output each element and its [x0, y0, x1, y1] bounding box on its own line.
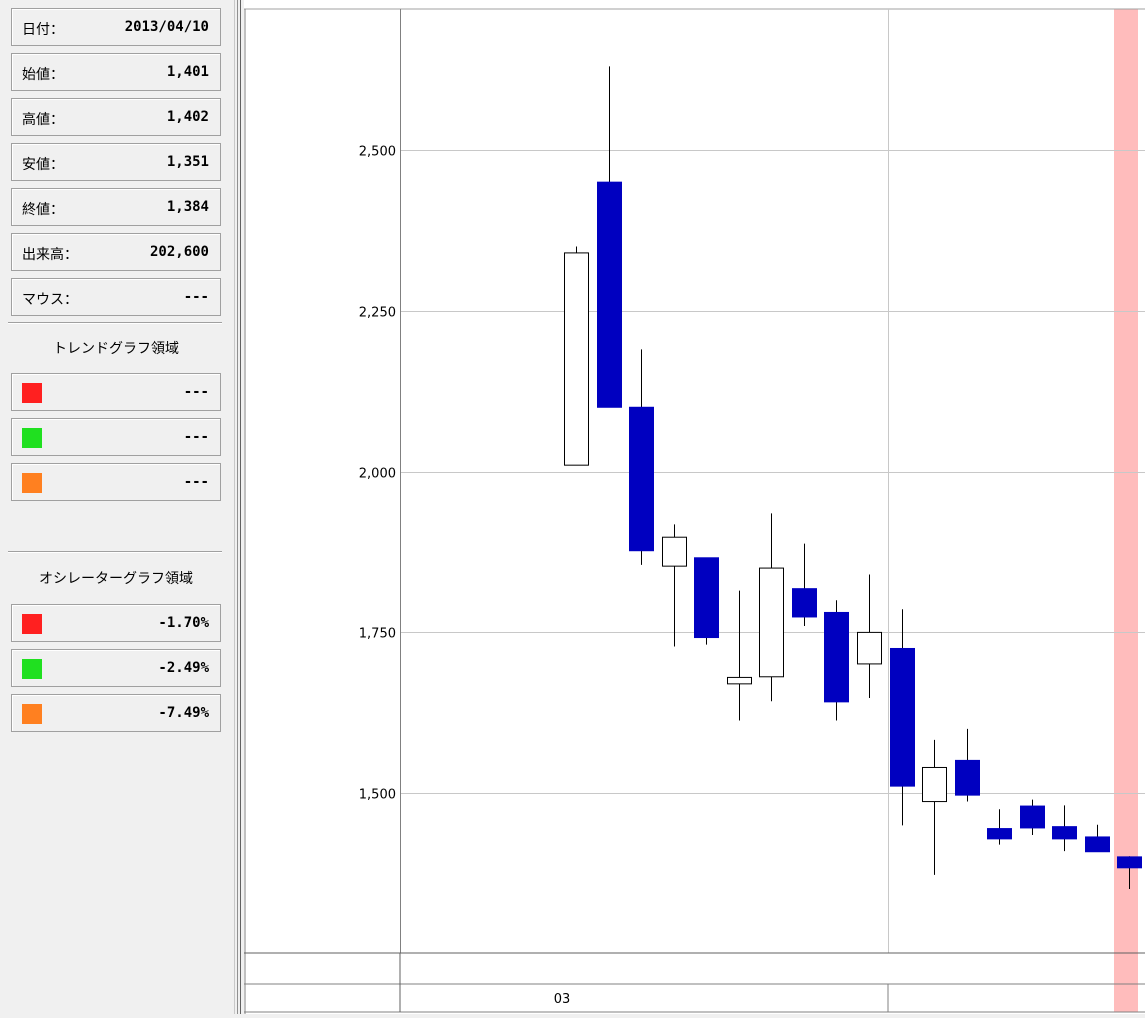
candle-body-up [922, 766, 947, 803]
trend-item-2: --- [11, 418, 221, 456]
info-panel: 日付： 2013/04/10 始値： 1,401 高値： 1,402 安値： 1… [0, 0, 232, 1014]
chart-canvas[interactable]: 2,500 2,250 2,000 1,750 1,500 03 [244, 0, 1145, 1014]
candle-body-down [1085, 836, 1110, 853]
date-value: 2013/04/10 [124, 19, 209, 35]
open-value: 1,401 [166, 64, 209, 80]
mouse-row: マウス： --- [11, 278, 221, 316]
trend-color-swatch-1 [22, 383, 42, 403]
oscillator-color-swatch-2 [22, 659, 42, 679]
oscillator-item-2: -2.49% [11, 649, 221, 687]
trend-color-swatch-2 [22, 428, 42, 448]
oscillator-color-swatch-1 [22, 614, 42, 634]
low-value: 1,351 [166, 154, 209, 170]
open-label: 始値： [22, 67, 64, 83]
candle-body-up [759, 567, 784, 678]
candle-body-down [1052, 826, 1077, 840]
candle-body-up [727, 676, 752, 685]
candle-body-down [792, 588, 817, 618]
candle-body-up [564, 252, 589, 466]
oscillator-item-1: -1.70% [11, 604, 221, 642]
oscillator-value-2: -2.49% [158, 660, 209, 676]
trend-color-swatch-3 [22, 473, 42, 493]
open-row: 始値： 1,401 [11, 53, 221, 91]
candle-body-down [629, 406, 654, 552]
mouse-label: マウス： [22, 292, 78, 308]
low-row: 安値： 1,351 [11, 143, 221, 181]
candle-body-down [987, 828, 1012, 840]
high-row: 高値： 1,402 [11, 98, 221, 136]
y-axis-tick-label: 1,750 [359, 627, 396, 642]
volume-label: 出来高： [22, 247, 78, 263]
y-axis-tick-label: 2,250 [359, 306, 396, 321]
trend-value-3: --- [183, 474, 209, 490]
date-row: 日付： 2013/04/10 [11, 8, 221, 46]
y-axis-tick-label: 2,500 [359, 145, 396, 160]
divider [8, 322, 222, 324]
oscillator-value-3: -7.49% [158, 705, 209, 721]
high-value: 1,402 [166, 109, 209, 125]
trend-value-1: --- [183, 384, 209, 400]
low-label: 安値： [22, 157, 64, 173]
splitter-line [240, 0, 241, 1014]
candle-body-up [662, 536, 687, 567]
splitter-line [237, 0, 238, 1014]
trend-item-3: --- [11, 463, 221, 501]
candle-body-down [1117, 856, 1142, 869]
oscillator-item-3: -7.49% [11, 694, 221, 732]
date-label: 日付： [22, 22, 64, 38]
high-label: 高値： [22, 112, 64, 128]
mouse-value: --- [183, 289, 209, 305]
splitter-line [234, 0, 235, 1014]
divider [8, 551, 222, 553]
volume-row: 出来高： 202,600 [11, 233, 221, 271]
candle-body-down [955, 759, 980, 796]
candle-body-down [597, 181, 622, 408]
trend-value-2: --- [183, 429, 209, 445]
close-row: 終値： 1,384 [11, 188, 221, 226]
volume-value: 202,600 [149, 244, 209, 260]
close-value: 1,384 [166, 199, 209, 215]
candle-body-down [694, 557, 719, 639]
candlestick-chart[interactable]: 2,500 2,250 2,000 1,750 1,500 03 [244, 0, 1145, 1014]
y-axis-tick-label: 2,000 [359, 467, 396, 482]
x-axis-tick-label: 03 [554, 992, 571, 1007]
oscillator-section-title: オシレーターグラフ領域 [39, 571, 193, 587]
candle-body-up [857, 631, 882, 665]
candle-body-down [890, 647, 915, 787]
panel-splitter[interactable] [232, 0, 244, 1014]
trend-item-1: --- [11, 373, 221, 411]
oscillator-color-swatch-3 [22, 704, 42, 724]
trend-section-title: トレンドグラフ領域 [53, 341, 179, 357]
y-axis-tick-label: 1,500 [359, 788, 396, 803]
candle-body-down [1020, 805, 1045, 829]
candle-body-down [824, 611, 849, 703]
close-label: 終値： [22, 202, 64, 218]
oscillator-value-1: -1.70% [158, 615, 209, 631]
